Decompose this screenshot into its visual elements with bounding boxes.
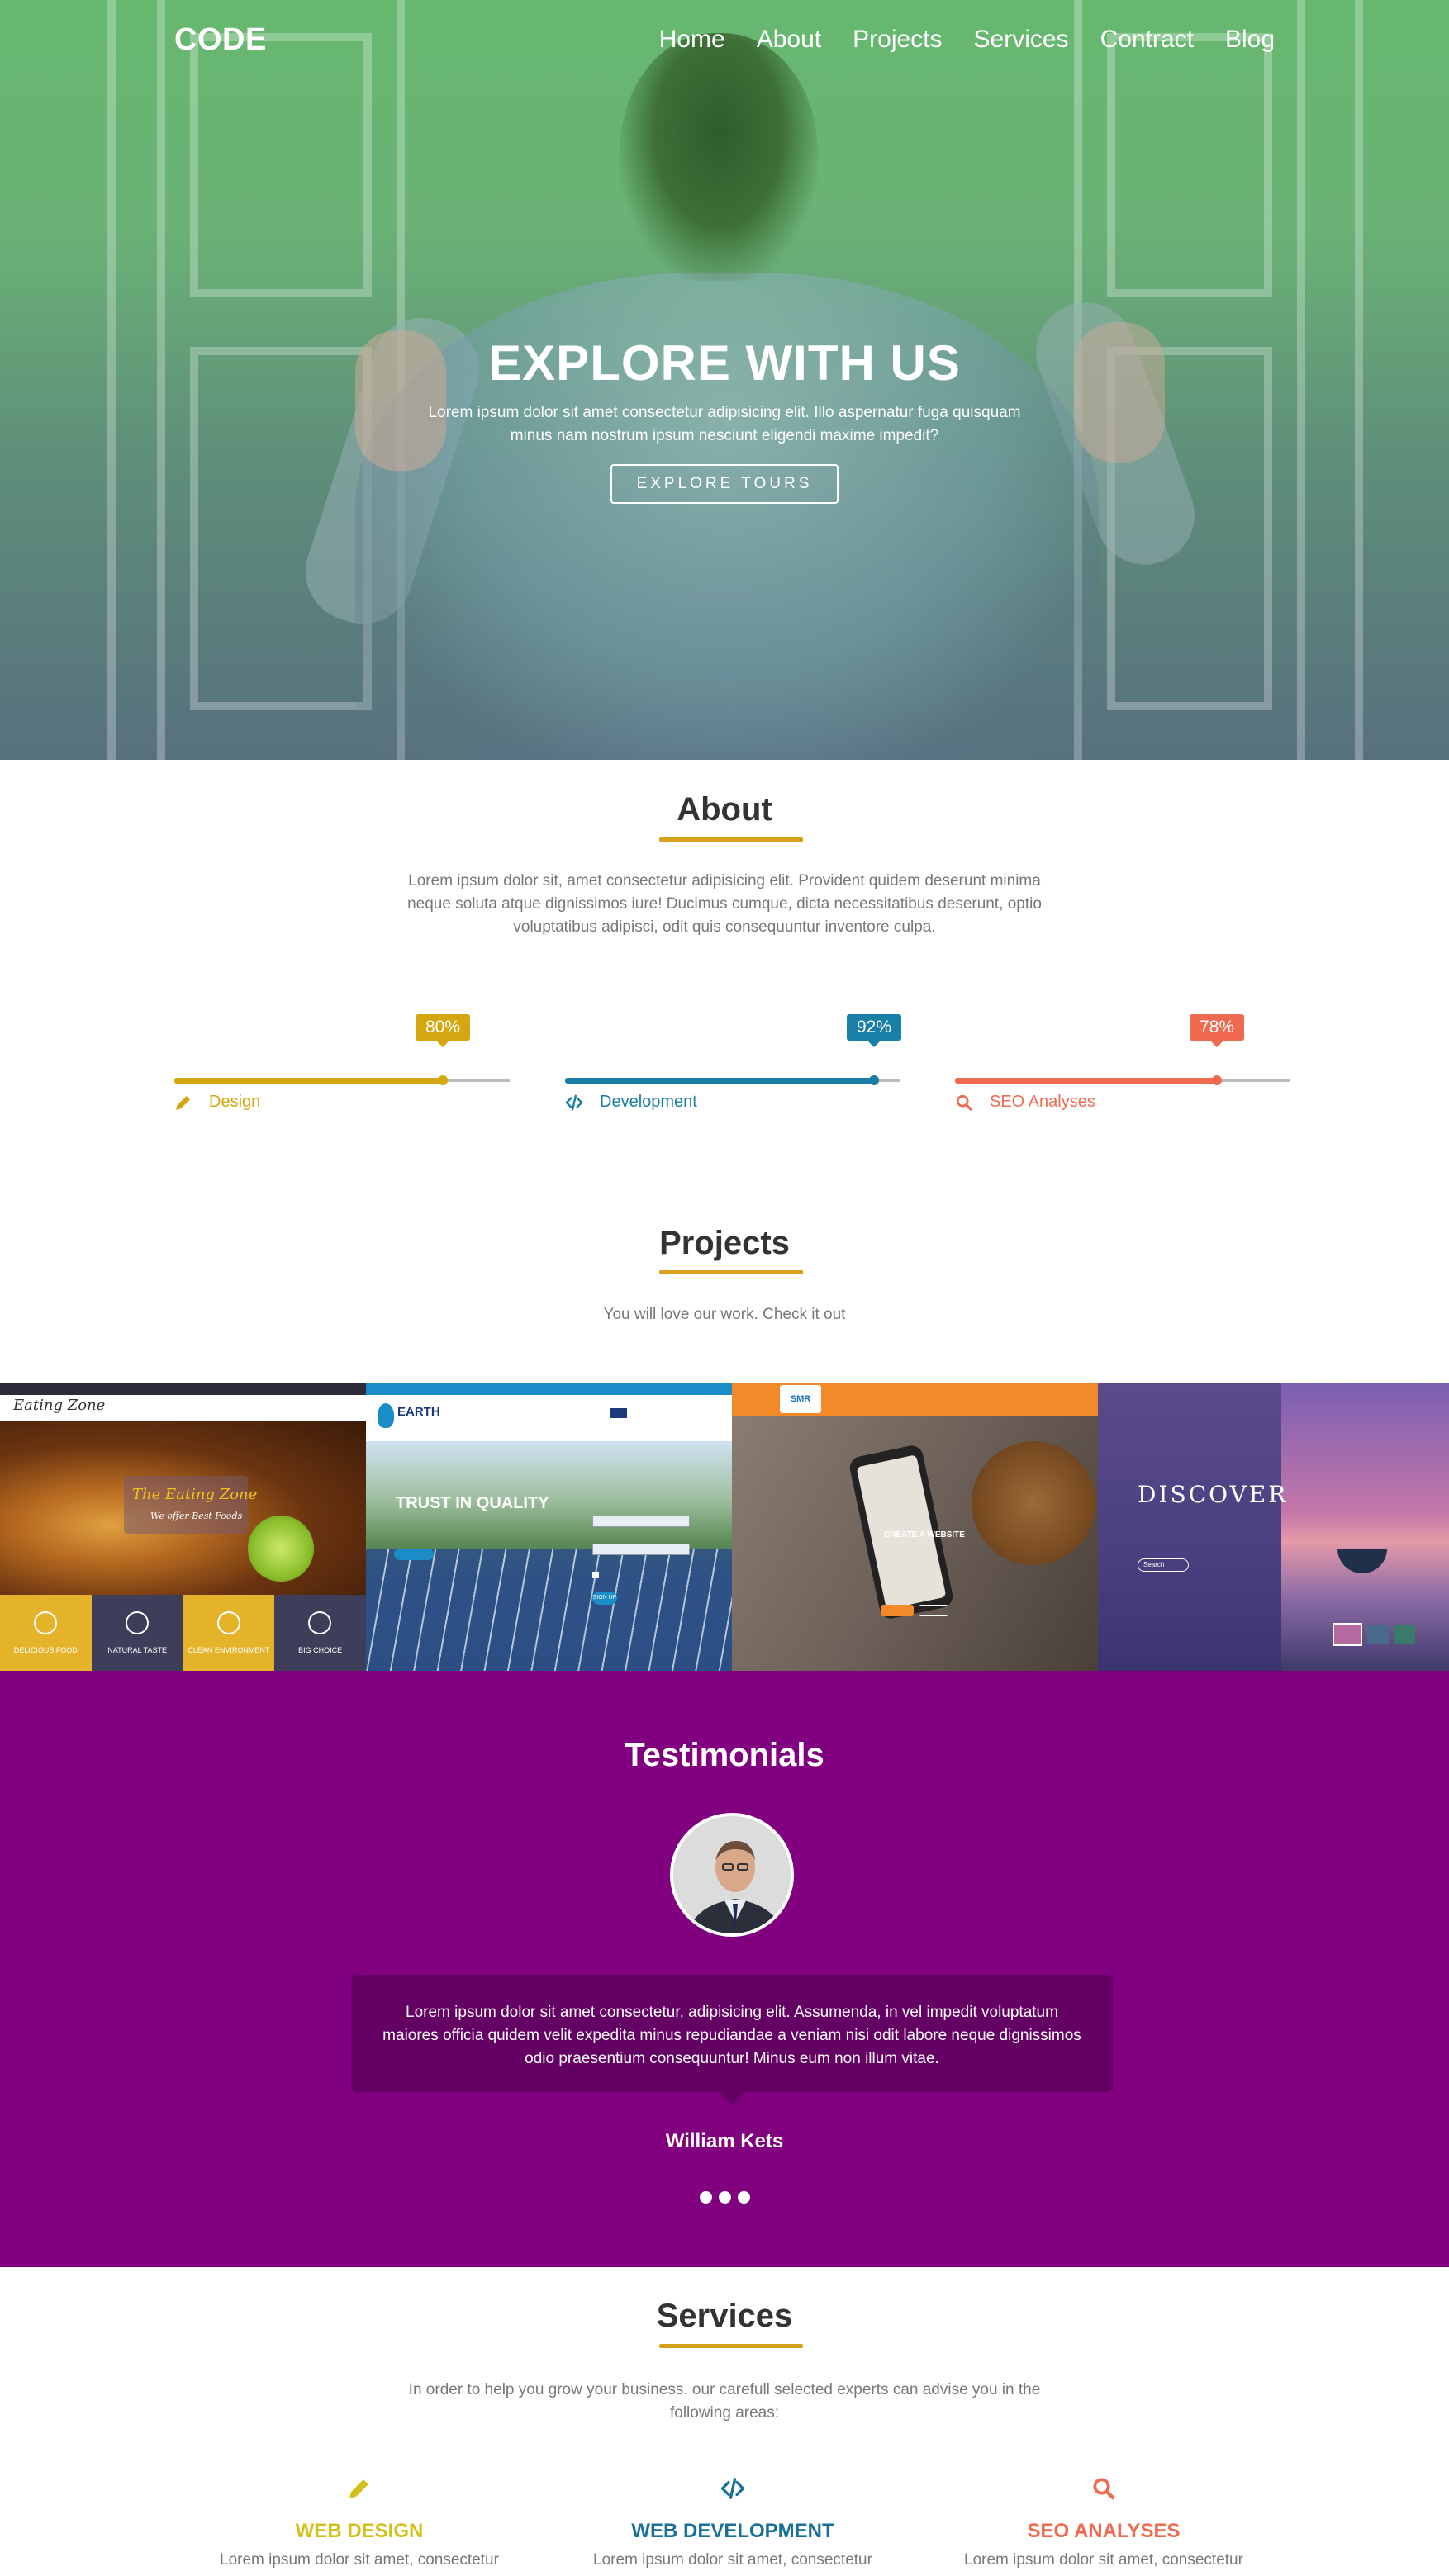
search-icon xyxy=(956,1094,972,1111)
carousel-dots xyxy=(0,2191,1449,2204)
nav-menu: Home About Projects Services Contract Bl… xyxy=(659,26,1275,54)
nav-link-blog[interactable]: Blog xyxy=(1225,26,1275,54)
nav-link-services[interactable]: Services xyxy=(974,26,1069,54)
project-subtag: We offer Best Foods xyxy=(150,1511,243,1521)
about-description: Lorem ipsum dolor sit, amet consectetur … xyxy=(407,872,1042,936)
project-tile: DELICIOUS FOOD xyxy=(0,1595,92,1671)
testimonial-quote: Lorem ipsum dolor sit amet consectetur, … xyxy=(351,1975,1113,2105)
search-icon xyxy=(1093,2478,1115,2500)
code-icon xyxy=(720,2478,745,2499)
about-title: About xyxy=(677,791,772,828)
projects-subtitle: You will love our work. Check it out xyxy=(603,1306,846,1323)
service-description: Lorem ipsum dolor sit amet, consectetur xyxy=(593,2551,872,2569)
pencil-icon xyxy=(349,2479,368,2499)
services-title-underline xyxy=(659,2344,803,2348)
skill-progress-handle xyxy=(1212,1075,1222,1085)
skill-label: SEO Analyses xyxy=(955,1093,1095,1112)
hero-content: EXPLORE WITH US Lorem ipsum dolor sit am… xyxy=(0,334,1449,504)
code-icon xyxy=(565,1094,583,1110)
skill-label: Design xyxy=(174,1093,260,1112)
service-web-development: WEB DEVELOPMENT Lorem ipsum dolor sit am… xyxy=(565,2476,900,2569)
pencil-icon xyxy=(176,1095,190,1110)
project-button: Search xyxy=(1138,1558,1189,1572)
project-tagline: The Eating Zone xyxy=(132,1486,258,1503)
skill-percent-badge: 78% xyxy=(1190,1014,1245,1047)
nav-link-projects[interactable]: Projects xyxy=(853,26,942,54)
carousel-dot[interactable] xyxy=(718,2191,731,2204)
project-card-create-website[interactable]: SMR CREATE A WEBSITE xyxy=(732,1383,1098,1671)
hero-section: CODE Home About Projects Services Contra… xyxy=(0,0,1449,760)
service-web-design: WEB DESIGN Lorem ipsum dolor sit amet, c… xyxy=(192,2476,527,2569)
about-title-underline xyxy=(659,837,803,842)
service-description: Lorem ipsum dolor sit amet, consectetur xyxy=(964,2551,1243,2569)
hero-title: EXPLORE WITH US xyxy=(488,335,961,391)
projects-title: Projects xyxy=(659,1225,790,1261)
testimonials-title: Testimonials xyxy=(625,1737,824,1773)
service-description: Lorem ipsum dolor sit amet, consectetur xyxy=(220,2551,499,2569)
skill-progress-fill xyxy=(174,1078,443,1084)
project-card-earth[interactable]: EARTH TRUST IN QUALITY SIGN UP xyxy=(366,1383,732,1671)
skill-percent-badge: 92% xyxy=(847,1014,902,1047)
project-tile: BIG CHOICE xyxy=(274,1595,366,1671)
nav-link-contract[interactable]: Contract xyxy=(1100,26,1194,54)
projects-title-underline xyxy=(659,1270,803,1274)
service-name: WEB DESIGN xyxy=(295,2520,424,2542)
skill-progress-handle xyxy=(869,1075,879,1085)
project-tile: NATURAL TASTE xyxy=(91,1595,183,1671)
skill-name: Design xyxy=(209,1093,261,1111)
skill-progress-fill xyxy=(955,1078,1217,1084)
carousel-dot[interactable] xyxy=(737,2191,750,2204)
service-seo-analyses: SEO ANALYSES Lorem ipsum dolor sit amet,… xyxy=(936,2476,1271,2569)
project-headline: TRUST IN QUALITY xyxy=(396,1494,549,1512)
skill-percent-badge: 80% xyxy=(416,1014,471,1047)
project-tile: CLEAN ENVIRONMENT xyxy=(183,1595,275,1671)
testimonial-author: William Kets xyxy=(665,2130,784,2152)
skill-name: Development xyxy=(600,1093,697,1111)
testimonials-section: Testimonials Lorem ipsum dolor sit amet … xyxy=(0,1671,1449,2267)
projects-gallery: Eating Zone The Eating Zone We offer Bes… xyxy=(0,1383,1449,1671)
skill-progress-handle xyxy=(438,1075,448,1085)
project-headline: DISCOVER xyxy=(1138,1481,1289,1508)
project-brand: EARTH xyxy=(397,1405,440,1419)
skill-progress-fill xyxy=(565,1078,874,1084)
explore-tours-button[interactable]: EXPLORE TOURS xyxy=(610,464,839,504)
services-subtitle: In order to help you grow your business.… xyxy=(408,2381,1041,2422)
carousel-dot[interactable] xyxy=(699,2191,712,2204)
services-title: Services xyxy=(656,2298,793,2334)
project-headline: CREATE A WEBSITE xyxy=(884,1530,965,1539)
skill-development: 92% Development xyxy=(565,1014,902,1122)
nav-link-about[interactable]: About xyxy=(757,26,821,54)
project-button: SIGN UP xyxy=(592,1592,617,1605)
skill-seo-analyses: 78% SEO Analyses xyxy=(955,1014,1290,1122)
project-brand: SMR xyxy=(780,1385,821,1413)
service-name: SEO ANALYSES xyxy=(1027,2520,1181,2542)
avatar xyxy=(670,1813,794,1937)
service-name: WEB DEVELOPMENT xyxy=(631,2520,834,2542)
site-logo[interactable]: CODE xyxy=(174,22,267,58)
top-navigation: CODE Home About Projects Services Contra… xyxy=(174,18,1275,61)
project-brand: Eating Zone xyxy=(13,1397,106,1414)
skill-design: 80% Design xyxy=(174,1014,510,1122)
person-photo xyxy=(673,1816,791,1933)
skill-name: SEO Analyses xyxy=(990,1093,1095,1111)
skill-label: Development xyxy=(565,1093,697,1112)
earth-logo-icon xyxy=(378,1403,394,1428)
hero-description: Lorem ipsum dolor sit amet consectetur a… xyxy=(428,404,1021,444)
page: CODE Home About Projects Services Contra… xyxy=(0,0,1449,2576)
project-card-eating-zone[interactable]: Eating Zone The Eating Zone We offer Bes… xyxy=(0,1383,366,1671)
project-card-discover[interactable]: DISCOVER Search xyxy=(1098,1383,1449,1671)
nav-link-home[interactable]: Home xyxy=(659,26,725,54)
